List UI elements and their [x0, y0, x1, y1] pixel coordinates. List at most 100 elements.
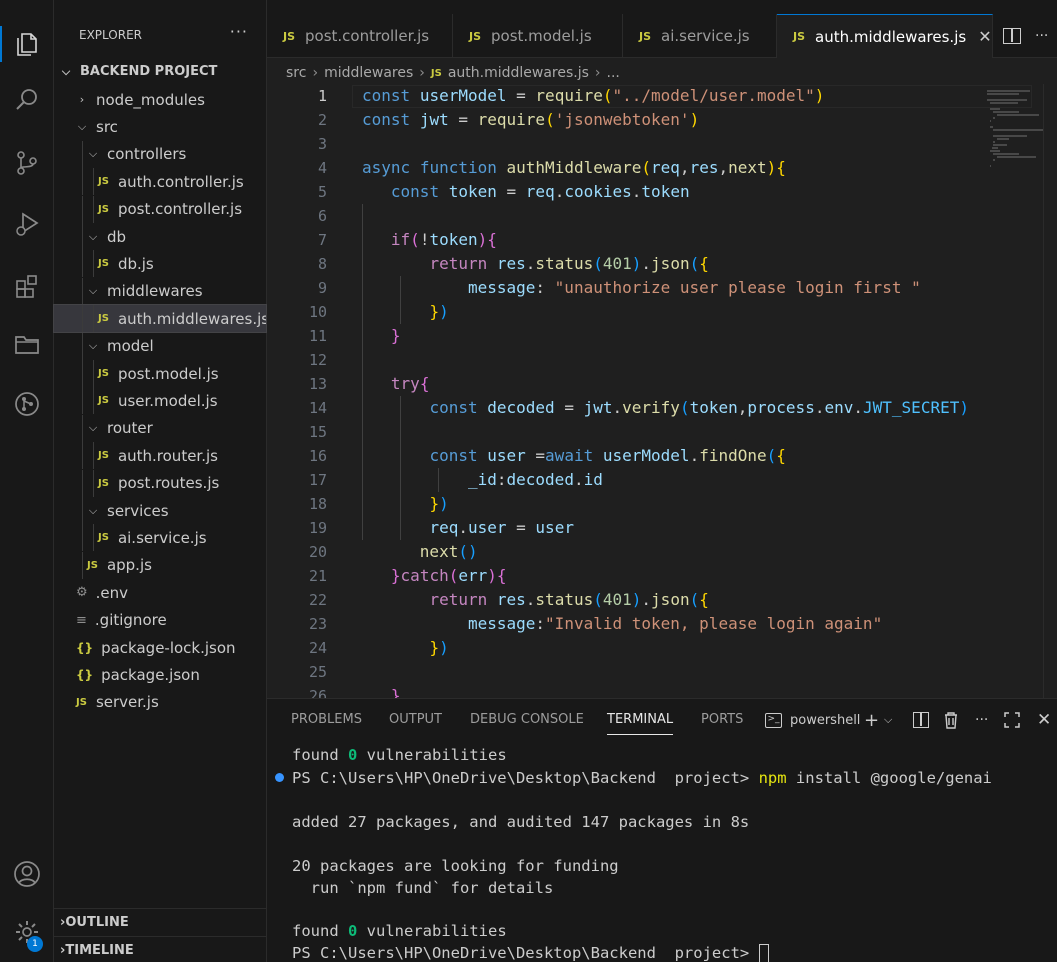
tree-item-label: .env [95, 583, 129, 602]
tree-indent-guide [82, 551, 83, 579]
breadcrumb-src[interactable]: src [286, 65, 306, 81]
line-number: 4 [317, 159, 327, 177]
tab-post-model[interactable]: JS post.model.js [453, 14, 623, 58]
tree-indent-guide [93, 387, 94, 415]
minimap-line [989, 120, 991, 122]
tree-folder[interactable]: ⌵ router [54, 414, 266, 442]
tree-file[interactable]: {} package.json [54, 661, 266, 688]
line-number: 13 [308, 375, 327, 393]
minimap-line [996, 156, 1036, 158]
minimap[interactable] [983, 84, 1044, 698]
outline-section[interactable]: › OUTLINE [54, 908, 266, 935]
tree-indent-guide [82, 524, 83, 552]
editor-scrollbar[interactable] [1043, 84, 1057, 698]
line-number: 12 [308, 351, 327, 369]
tree-item-label: ai.service.js [117, 528, 207, 547]
tree-file[interactable]: JS user.model.js [54, 387, 266, 415]
settings-update-badge: 1 [27, 936, 43, 952]
tree-indent-guide [82, 223, 83, 250]
line-number: 25 [308, 663, 327, 681]
minimap-line [993, 141, 996, 143]
more-actions-icon[interactable]: ··· [975, 699, 988, 741]
tree-file[interactable]: JS auth.controller.js [54, 168, 266, 196]
tree-file[interactable]: JS server.js [54, 689, 266, 716]
minimap-line [989, 126, 994, 128]
timeline-section[interactable]: › TIMELINE [54, 936, 266, 962]
search-icon[interactable] [0, 76, 54, 124]
code-line: }) [429, 494, 449, 513]
tree-folder[interactable]: ⌵ src [54, 113, 266, 140]
tree-folder[interactable]: ⌵ services [54, 497, 266, 524]
extensions-icon[interactable] [0, 262, 54, 310]
js-file-icon: JS [98, 313, 109, 325]
code-editor[interactable]: 1 2 3 4 5 6 7 8 9 10 11 12 13 14 15 16 17 18 19 20 21 22 23 24 2… [267, 84, 1057, 698]
panel-tab-debug-console[interactable]: DEBUG CONSOLE [470, 699, 584, 741]
trash-icon[interactable] [943, 699, 959, 741]
tree-folder[interactable]: › node_modules [54, 86, 266, 113]
tab-auth-middlewares[interactable]: JS auth.middlewares.js ✕ [777, 14, 993, 58]
tree-item-label: post.controller.js [117, 200, 243, 219]
close-panel-icon[interactable]: ✕ [1037, 699, 1051, 741]
tree-folder[interactable]: ⌵ controllers [54, 140, 266, 168]
panel-tab-ports[interactable]: PORTS [701, 699, 743, 741]
panel-tab-terminal[interactable]: TERMINAL [607, 699, 674, 741]
tree-indent-guide [82, 277, 83, 305]
run-debug-icon[interactable] [0, 200, 54, 248]
tree-item-label: post.routes.js [117, 474, 220, 493]
tree-file[interactable]: ⚙ .env [54, 579, 266, 606]
breadcrumb-middlewares[interactable]: middlewares [324, 65, 413, 81]
settings-gear-icon[interactable] [0, 908, 54, 956]
tree-folder[interactable]: ⌵ db [54, 223, 266, 250]
tree-file[interactable]: JS ai.service.js [54, 524, 266, 552]
js-file-icon: JS [98, 368, 109, 379]
source-control-icon[interactable] [0, 139, 54, 187]
tree-file[interactable]: JS post.controller.js [54, 195, 266, 223]
js-file-icon: JS [98, 258, 109, 270]
js-file-icon: JS [469, 29, 482, 43]
tree-indent-guide [82, 168, 83, 196]
breadcrumb-file[interactable]: auth.middlewares.js [448, 65, 589, 81]
tab-label: post.model.js [491, 27, 592, 45]
git-graph-icon[interactable] [0, 380, 54, 428]
tree-file[interactable]: JS post.model.js [54, 360, 266, 387]
tree-folder[interactable]: ⌵ model [54, 332, 266, 360]
explorer-more-actions-icon[interactable]: ··· [230, 22, 248, 41]
tree-file[interactable]: JS auth.router.js [54, 442, 266, 470]
tree-file[interactable]: {} package-lock.json [54, 634, 266, 661]
terminal-input-line[interactable]: PS C:\Users\HP\OneDrive\Desktop\Backend … [292, 942, 769, 962]
panel-tab-problems[interactable]: PROBLEMS [291, 699, 362, 741]
new-terminal-icon[interactable]: + [864, 699, 879, 741]
tree-file[interactable]: ≡ .gitignore [54, 607, 266, 634]
chevron-down-icon: ⌵ [88, 339, 98, 353]
tree-item-label: auth.middlewares.js [117, 309, 270, 328]
more-actions-icon[interactable]: ··· [1035, 28, 1048, 44]
tree-file[interactable]: JS auth.middlewares.js [53, 304, 270, 334]
chevron-down-icon[interactable]: ⌵ [884, 699, 892, 741]
minimap-line [987, 99, 1027, 101]
account-icon[interactable] [0, 850, 54, 898]
tree-file[interactable]: JS app.js [54, 551, 266, 579]
terminal-shell-selector[interactable]: >_ powershell [765, 699, 860, 741]
tree-indent-guide [82, 140, 83, 168]
bottom-panel: PROBLEMS OUTPUT DEBUG CONSOLE TERMINAL P… [267, 698, 1057, 962]
tab-post-controller[interactable]: JS post.controller.js [267, 14, 453, 58]
close-tab-icon[interactable]: ✕ [978, 27, 991, 46]
maximize-panel-icon[interactable] [1004, 699, 1020, 741]
panel-tab-output[interactable]: OUTPUT [389, 699, 442, 741]
tab-label: post.controller.js [305, 27, 430, 45]
split-editor-icon[interactable] [1003, 28, 1021, 44]
split-terminal-icon[interactable] [913, 699, 929, 741]
minimap-line [993, 144, 1007, 146]
folder-icon[interactable] [0, 320, 54, 368]
project-root[interactable]: ⌵ BACKEND PROJECT [54, 58, 266, 85]
tree-file[interactable]: JS db.js [54, 250, 266, 278]
terminal-icon: >_ [765, 712, 782, 728]
tab-ai-service[interactable]: JS ai.service.js [623, 14, 777, 58]
files-icon[interactable] [0, 20, 54, 68]
terminal-line: found 0 vulnerabilities [292, 922, 507, 940]
breadcrumb-symbols[interactable]: ... [607, 65, 620, 81]
tree-file[interactable]: JS post.routes.js [54, 469, 266, 497]
js-file-icon: JS [283, 29, 296, 43]
tree-folder[interactable]: ⌵ middlewares [54, 277, 266, 305]
tree-item-label: server.js [95, 693, 159, 712]
